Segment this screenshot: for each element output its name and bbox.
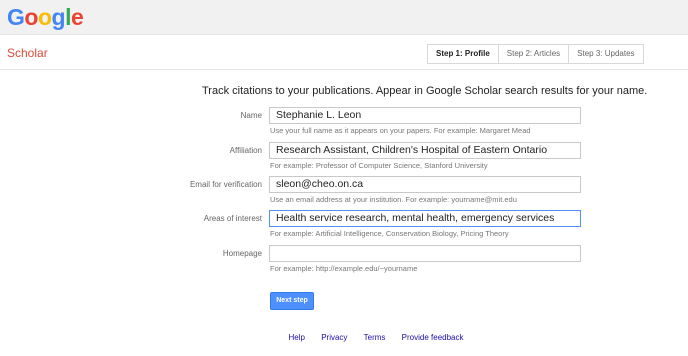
homepage-label: Homepage xyxy=(222,249,262,258)
step-profile: Step 1: Profile xyxy=(427,44,499,64)
homepage-field[interactable] xyxy=(269,245,581,262)
interests-label: Areas of interest xyxy=(203,214,262,223)
name-label: Name xyxy=(240,111,262,120)
step-articles: Step 2: Articles xyxy=(497,44,570,64)
footer-privacy-link[interactable]: Privacy xyxy=(321,333,347,342)
affiliation-hint: For example: Professor of Computer Scien… xyxy=(270,161,488,170)
footer-feedback-link[interactable]: Provide feedback xyxy=(402,333,464,342)
next-step-button[interactable]: Next step xyxy=(270,292,314,310)
name-hint: Use your full name as it appears on your… xyxy=(270,126,531,135)
interests-field[interactable]: Health service research, mental health, … xyxy=(269,210,581,227)
email-field[interactable]: sleon@cheo.on.ca xyxy=(269,176,581,193)
page-tagline: Track citations to your publications. Ap… xyxy=(202,85,648,97)
google-logo[interactable]: Google xyxy=(7,5,84,29)
step-indicator: Step 1: Profile Step 2: Articles Step 3:… xyxy=(427,44,644,64)
affiliation-label: Affiliation xyxy=(229,146,262,155)
interests-hint: For example: Artificial Intelligence, Co… xyxy=(270,229,509,238)
email-label: Email for verification xyxy=(189,180,262,189)
name-field[interactable]: Stephanie L. Leon xyxy=(269,107,581,124)
footer-terms-link[interactable]: Terms xyxy=(364,333,386,342)
affiliation-field[interactable]: Research Assistant, Children's Hospital … xyxy=(269,142,581,159)
product-name[interactable]: Scholar xyxy=(7,46,48,60)
footer-links: Help Privacy Terms Provide feedback xyxy=(0,333,688,342)
email-hint: Use an email address at your institution… xyxy=(270,195,517,204)
top-bar: Google xyxy=(0,0,688,35)
sub-header: Scholar Step 1: Profile Step 2: Articles… xyxy=(0,36,688,70)
footer-help-link[interactable]: Help xyxy=(289,333,305,342)
homepage-hint: For example: http://example.edu/~yournam… xyxy=(270,264,418,273)
step-updates: Step 3: Updates xyxy=(568,44,644,64)
